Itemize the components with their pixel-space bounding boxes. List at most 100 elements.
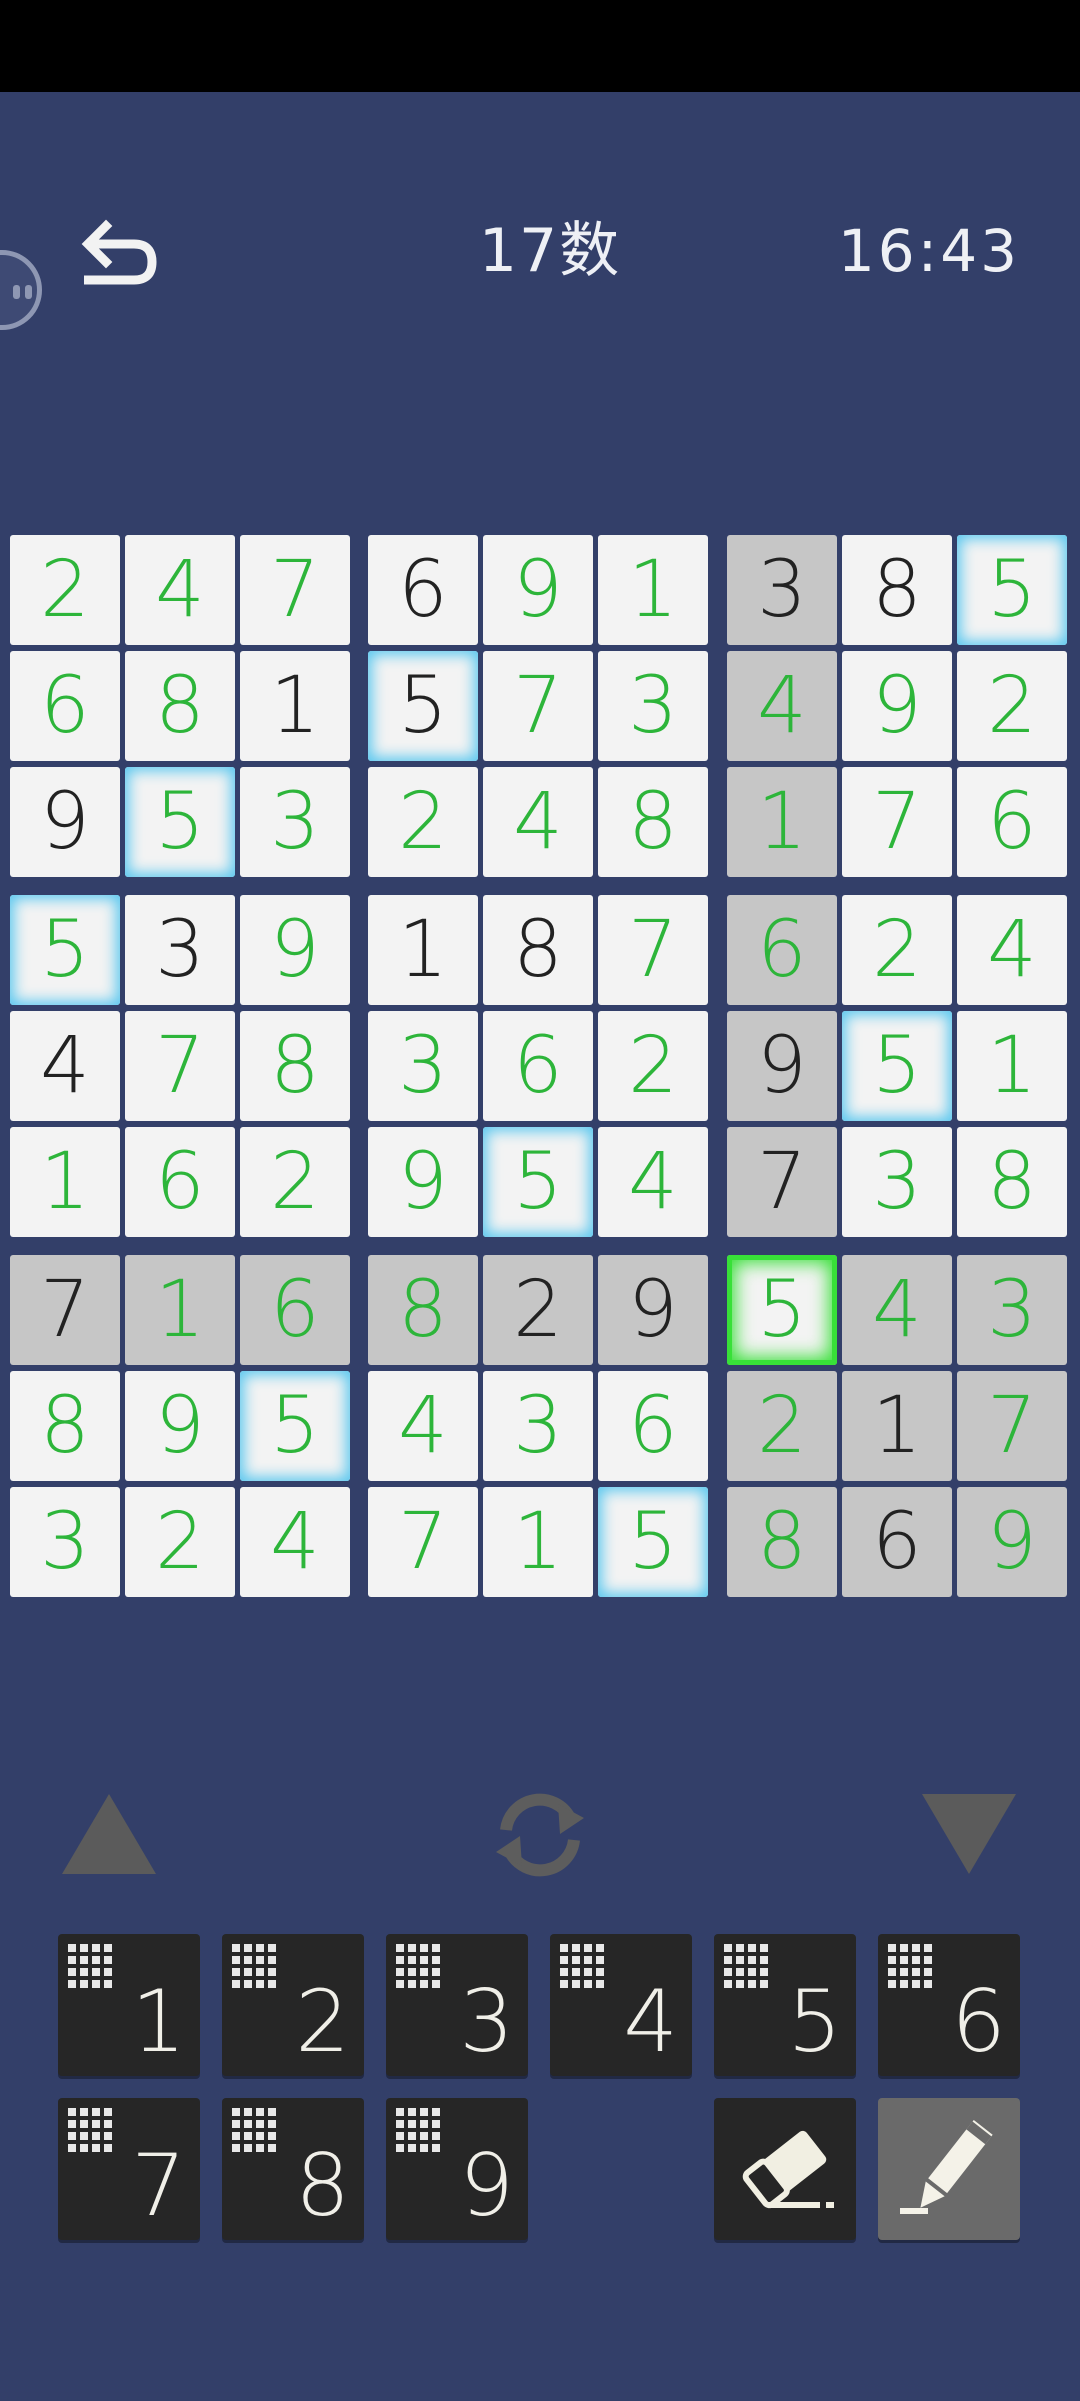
cell-r8-c6[interactable]: 6 [598,1371,708,1481]
cell-r5-c8[interactable]: 5 [842,1011,952,1121]
cell-r9-c8[interactable]: 6 [842,1487,952,1597]
number-key-7[interactable]: 7 [58,2098,200,2240]
cell-r4-c8[interactable]: 2 [842,895,952,1005]
cell-r1-c6[interactable]: 1 [598,535,708,645]
cell-r2-c8[interactable]: 9 [842,651,952,761]
cell-r8-c1[interactable]: 8 [10,1371,120,1481]
cell-r8-c3[interactable]: 5 [240,1371,350,1481]
cell-r3-c3[interactable]: 3 [240,767,350,877]
cell-r9-c1[interactable]: 3 [10,1487,120,1597]
triangle-up-icon[interactable] [62,1794,156,1874]
number-key-6[interactable]: 6 [878,1934,1020,2076]
cell-r7-c2[interactable]: 1 [125,1255,235,1365]
cell-r4-c2[interactable]: 3 [125,895,235,1005]
eraser-button[interactable] [714,2098,856,2240]
number-key-9[interactable]: 9 [386,2098,528,2240]
cell-r5-c2[interactable]: 7 [125,1011,235,1121]
cell-r6-c7[interactable]: 7 [727,1127,837,1237]
notes-grid-icon [232,2108,276,2152]
cell-r9-c7[interactable]: 8 [727,1487,837,1597]
cell-r6-c1[interactable]: 1 [10,1127,120,1237]
cell-r3-c4[interactable]: 2 [368,767,478,877]
cell-r7-c7[interactable]: 5 [727,1255,837,1365]
cell-r8-c4[interactable]: 4 [368,1371,478,1481]
cell-r5-c5[interactable]: 6 [483,1011,593,1121]
cell-r7-c9[interactable]: 3 [957,1255,1067,1365]
cell-r1-c8[interactable]: 8 [842,535,952,645]
cell-r5-c7[interactable]: 9 [727,1011,837,1121]
cell-r8-c5[interactable]: 3 [483,1371,593,1481]
cell-r2-c9[interactable]: 2 [957,651,1067,761]
cell-r7-c1[interactable]: 7 [10,1255,120,1365]
cell-r9-c6[interactable]: 5 [598,1487,708,1597]
side-panel-handle-icon[interactable] [0,250,42,330]
cell-r3-c1[interactable]: 9 [10,767,120,877]
cell-r4-c9[interactable]: 4 [957,895,1067,1005]
cell-r6-c4[interactable]: 9 [368,1127,478,1237]
cell-r1-c4[interactable]: 6 [368,535,478,645]
cell-r2-c4[interactable]: 5 [368,651,478,761]
cell-r1-c9[interactable]: 5 [957,535,1067,645]
cell-r3-c5[interactable]: 4 [483,767,593,877]
cell-r3-c6[interactable]: 8 [598,767,708,877]
cell-r5-c6[interactable]: 2 [598,1011,708,1121]
cell-r7-c3[interactable]: 6 [240,1255,350,1365]
cell-r3-c2[interactable]: 5 [125,767,235,877]
cell-r9-c9[interactable]: 9 [957,1487,1067,1597]
cell-r8-c8[interactable]: 1 [842,1371,952,1481]
cell-r2-c5[interactable]: 7 [483,651,593,761]
cell-r8-c2[interactable]: 9 [125,1371,235,1481]
number-key-label: 8 [295,2136,350,2236]
cell-r4-c1[interactable]: 5 [10,895,120,1005]
cell-r4-c3[interactable]: 9 [240,895,350,1005]
refresh-button[interactable] [488,1784,592,1884]
cell-r1-c2[interactable]: 4 [125,535,235,645]
cell-r5-c1[interactable]: 4 [10,1011,120,1121]
number-key-4[interactable]: 4 [550,1934,692,2076]
cell-r6-c8[interactable]: 3 [842,1127,952,1237]
number-key-5[interactable]: 5 [714,1934,856,2076]
cell-r6-c5[interactable]: 5 [483,1127,593,1237]
cell-r3-c7[interactable]: 1 [727,767,837,877]
undo-button[interactable] [76,212,166,292]
cell-r5-c3[interactable]: 8 [240,1011,350,1121]
pencil-button[interactable] [878,2098,1020,2240]
cell-r7-c4[interactable]: 8 [368,1255,478,1365]
cell-r1-c5[interactable]: 9 [483,535,593,645]
cell-r9-c5[interactable]: 1 [483,1487,593,1597]
cell-r8-c7[interactable]: 2 [727,1371,837,1481]
cell-r2-c2[interactable]: 8 [125,651,235,761]
cell-r8-c9[interactable]: 7 [957,1371,1067,1481]
puzzle-title: 17数 [478,216,622,286]
number-key-2[interactable]: 2 [222,1934,364,2076]
cell-r9-c3[interactable]: 4 [240,1487,350,1597]
cell-r1-c1[interactable]: 2 [10,535,120,645]
number-key-1[interactable]: 1 [58,1934,200,2076]
cell-r7-c5[interactable]: 2 [483,1255,593,1365]
cell-r1-c3[interactable]: 7 [240,535,350,645]
number-key-3[interactable]: 3 [386,1934,528,2076]
cell-r2-c6[interactable]: 3 [598,651,708,761]
triangle-down-icon[interactable] [922,1794,1016,1874]
cell-r5-c4[interactable]: 3 [368,1011,478,1121]
cell-r6-c6[interactable]: 4 [598,1127,708,1237]
cell-r5-c9[interactable]: 1 [957,1011,1067,1121]
cell-r3-c8[interactable]: 7 [842,767,952,877]
cell-r9-c2[interactable]: 2 [125,1487,235,1597]
cell-r2-c3[interactable]: 1 [240,651,350,761]
cell-r7-c8[interactable]: 4 [842,1255,952,1365]
cell-r3-c9[interactable]: 6 [957,767,1067,877]
cell-r6-c9[interactable]: 8 [957,1127,1067,1237]
cell-r1-c7[interactable]: 3 [727,535,837,645]
cell-r9-c4[interactable]: 7 [368,1487,478,1597]
cell-r4-c5[interactable]: 8 [483,895,593,1005]
cell-r4-c4[interactable]: 1 [368,895,478,1005]
cell-r2-c7[interactable]: 4 [727,651,837,761]
cell-r4-c7[interactable]: 6 [727,895,837,1005]
cell-r6-c3[interactable]: 2 [240,1127,350,1237]
cell-r7-c6[interactable]: 9 [598,1255,708,1365]
cell-r2-c1[interactable]: 6 [10,651,120,761]
cell-r4-c6[interactable]: 7 [598,895,708,1005]
number-key-8[interactable]: 8 [222,2098,364,2240]
cell-r6-c2[interactable]: 6 [125,1127,235,1237]
